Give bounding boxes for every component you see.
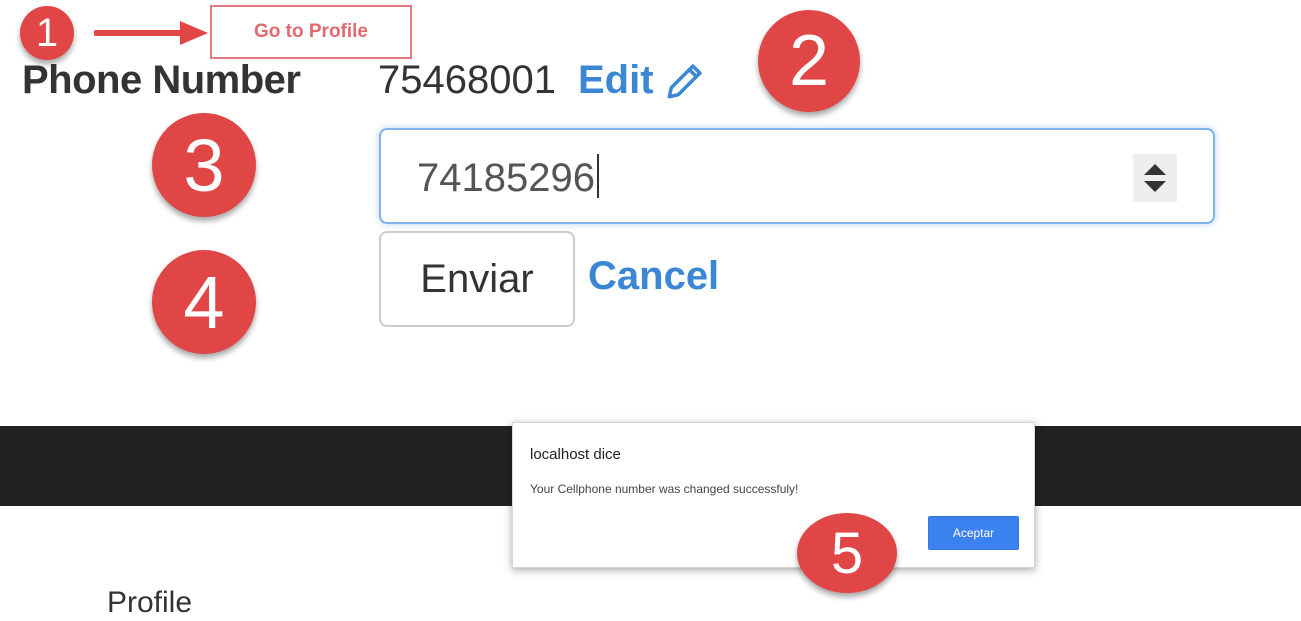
dialog-title: localhost dice	[530, 446, 621, 463]
phone-number-value: 75468001	[378, 58, 556, 102]
pencil-icon	[667, 63, 702, 98]
phone-input-value: 74185296	[417, 154, 599, 202]
step-4-marker: 4	[152, 250, 256, 354]
step-3-marker: 3	[152, 113, 256, 217]
alert-dialog: localhost dice Your Cellphone number was…	[512, 422, 1035, 568]
phone-number-label: Phone Number	[22, 58, 301, 102]
profile-link[interactable]: Profile	[107, 586, 192, 620]
decrement-arrow-icon[interactable]	[1144, 181, 1166, 192]
phone-number-input[interactable]: 74185296	[379, 128, 1215, 224]
edit-link-label: Edit	[578, 58, 654, 102]
step-1-marker: 1	[20, 6, 74, 60]
edit-phone-link[interactable]: Edit	[578, 58, 706, 103]
dialog-message: Your Cellphone number was changed succes…	[530, 482, 799, 496]
go-to-profile-button[interactable]: Go to Profile	[210, 5, 412, 59]
number-spinner-icon[interactable]	[1133, 154, 1177, 202]
text-caret	[596, 154, 599, 199]
step-5-marker: 5	[797, 513, 897, 593]
step-2-marker: 2	[758, 10, 860, 112]
cancel-link[interactable]: Cancel	[588, 254, 719, 299]
increment-arrow-icon[interactable]	[1144, 164, 1166, 175]
submit-button[interactable]: Enviar	[379, 231, 575, 327]
arrow-right-icon	[94, 21, 208, 45]
accept-button[interactable]: Aceptar	[928, 516, 1019, 550]
